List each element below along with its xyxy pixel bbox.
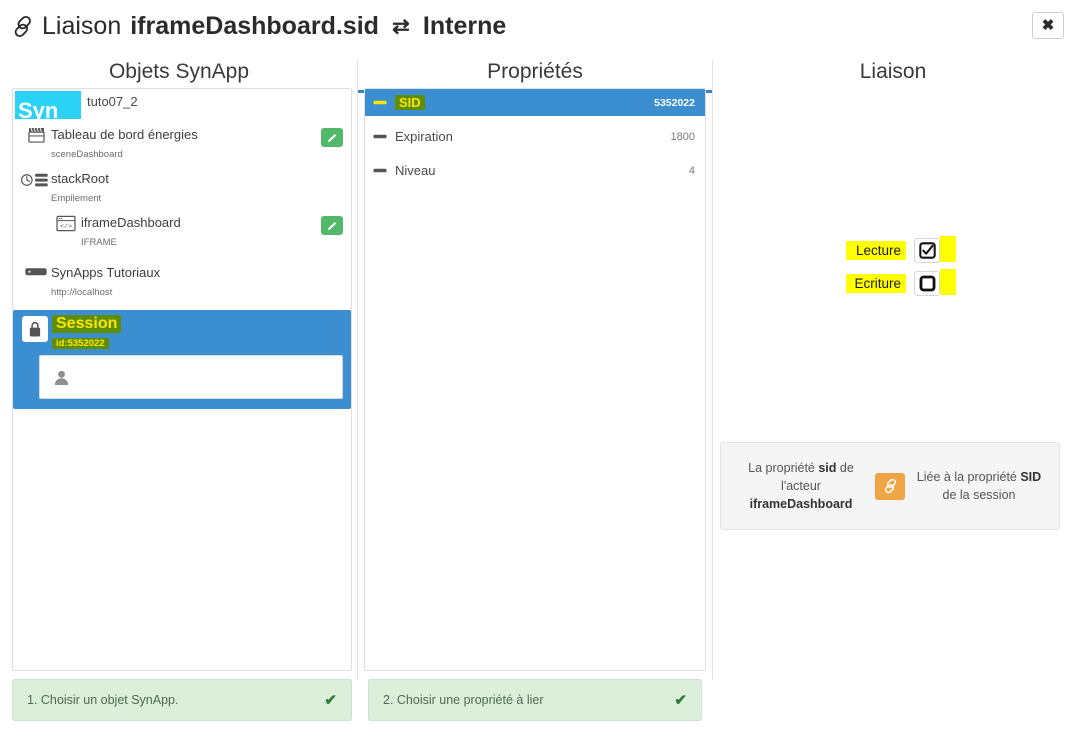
liaison-column: Liaison Lecture Ecriture La propriété si…	[712, 56, 1074, 730]
dialog-footer: 1. Choisir un objet SynApp. ✔ 2. Choisir…	[0, 674, 1074, 730]
permission-checkbox-cell-lecture	[906, 235, 956, 263]
properties-column: Propriétés SID 5352022 Expiration 1800 N…	[358, 56, 712, 730]
liaison-column-title: Liaison	[859, 60, 927, 83]
checkbox-empty-icon[interactable]	[914, 270, 940, 296]
columns-area: Objets SynApp Syn tuto07_2 Tableau de bo…	[0, 56, 1074, 730]
permission-checkbox-cell-ecriture	[906, 268, 956, 296]
property-row-expiration[interactable]: Expiration 1800	[365, 123, 705, 150]
tree-root-label: tuto07_2	[87, 94, 138, 109]
step-1-label: 1. Choisir un objet SynApp.	[27, 693, 179, 707]
edit-button[interactable]	[321, 216, 343, 235]
highlight-mark	[940, 268, 956, 295]
tree-rows: Tableau de bord énergies sceneDashboard	[13, 122, 351, 409]
permission-row-lecture: Lecture	[712, 235, 1074, 264]
objects-column: Objets SynApp Syn tuto07_2 Tableau de bo…	[0, 56, 358, 730]
tree-node-text: iframeDashboard IFRAME	[81, 214, 321, 250]
property-value: 4	[688, 164, 695, 177]
tree-node-title: Tableau de bord énergies	[51, 127, 198, 142]
checkbox-checked-icon[interactable]	[914, 237, 940, 263]
title-prefix: Liaison	[42, 12, 122, 40]
property-value: 1800	[670, 130, 695, 143]
tree-node-subtitle: Empilement	[51, 193, 102, 204]
permissions-group: Lecture Ecriture	[712, 235, 1074, 297]
link-icon	[10, 14, 33, 39]
tree-node-scene[interactable]: Tableau de bord énergies sceneDashboard	[21, 122, 351, 166]
dialog-header: Liaison iframeDashboard.sid ⇄ Interne ✖	[0, 0, 1074, 56]
permission-label-lecture: Lecture	[846, 240, 906, 260]
properties-list: SID 5352022 Expiration 1800 Niveau 4	[364, 88, 706, 671]
title-target: Interne	[422, 12, 507, 40]
tree-node-text: stackRoot Empilement	[51, 170, 351, 206]
tree-node-text: Admin Admin	[76, 359, 336, 395]
tree-node-iframe[interactable]: </> iframeDashboard IFRAME	[51, 210, 351, 254]
session-title-highlight: Session	[52, 315, 122, 333]
link-icon	[875, 472, 905, 500]
permission-label-ecriture: Ecriture	[846, 273, 906, 293]
tree-node-admin[interactable]: Admin Admin	[39, 355, 343, 399]
summary-source-text: La propriété sid de l'acteur iframeDashb…	[748, 461, 854, 511]
dash-icon	[373, 99, 395, 106]
tree-node-title: iframeDashboard	[81, 215, 181, 230]
title-actor-property: iframeDashboard.sid	[130, 12, 379, 40]
session-subtitle-highlight: id:5352022	[52, 338, 109, 349]
summary-target-text: Liée à la propriété SID de la session	[916, 470, 1042, 502]
synapp-logo: Syn	[15, 91, 81, 119]
page-title: Liaison iframeDashboard.sid ⇄ Interne	[10, 12, 506, 41]
stack-clock-icon	[21, 170, 51, 189]
property-row-niveau[interactable]: Niveau 4	[365, 157, 705, 184]
property-name: Niveau	[395, 163, 436, 178]
tree-node-text: Session id:5352022	[52, 315, 351, 351]
link-summary-card: La propriété sid de l'acteur iframeDashb…	[720, 442, 1060, 530]
property-row-sid[interactable]: SID 5352022	[365, 89, 705, 116]
check-icon: ✔	[324, 692, 337, 709]
check-icon: ✔	[674, 692, 687, 709]
svg-text:</>: </>	[60, 222, 72, 230]
lock-icon	[22, 316, 48, 342]
tree-node-subtitle: IFRAME	[81, 237, 117, 248]
tree-node-subtitle: sceneDashboard	[51, 149, 123, 160]
step-2-status: 2. Choisir une propriété à lier ✔	[368, 679, 702, 721]
iframe-icon: </>	[51, 214, 81, 232]
permission-row-ecriture: Ecriture	[712, 268, 1074, 297]
tree-node-title: SynApps Tutoriaux	[51, 265, 161, 280]
dash-icon	[373, 133, 395, 140]
user-icon	[46, 368, 76, 386]
close-button[interactable]: ✖	[1032, 12, 1064, 39]
link-property-dialog: Liaison iframeDashboard.sid ⇄ Interne ✖ …	[0, 0, 1074, 730]
tree-node-text: SynApps Tutoriaux http://localhost	[51, 264, 351, 300]
step-1-status: 1. Choisir un objet SynApp. ✔	[12, 679, 352, 721]
property-name: SID	[395, 95, 654, 110]
tree-node-server[interactable]: SynApps Tutoriaux http://localhost	[21, 260, 351, 304]
property-value: 5352022	[654, 96, 695, 109]
tree-node-subtitle: http://localhost	[51, 287, 113, 298]
dash-icon	[373, 167, 395, 174]
scene-clapperboard-icon	[21, 126, 51, 143]
objects-tree: Syn tuto07_2 Tableau de bord énergies sc…	[12, 88, 352, 671]
edit-button[interactable]	[321, 128, 343, 147]
tree-node-stack[interactable]: stackRoot Empilement	[21, 166, 351, 210]
server-icon	[21, 264, 51, 278]
highlight-mark	[940, 235, 956, 262]
exchange-arrows-icon: ⇄	[392, 15, 410, 38]
session-icon-wrap	[18, 315, 52, 342]
tree-node-title: Admin	[76, 360, 113, 375]
property-name: Expiration	[395, 129, 453, 144]
tree-node-subtitle: Admin	[76, 382, 103, 393]
tree-node-session[interactable]: Session id:5352022 Admin Admin	[13, 310, 351, 409]
tree-node-text: Tableau de bord énergies sceneDashboard	[51, 126, 321, 162]
step-2-label: 2. Choisir une propriété à lier	[383, 693, 544, 707]
tree-node-title: stackRoot	[51, 171, 109, 186]
